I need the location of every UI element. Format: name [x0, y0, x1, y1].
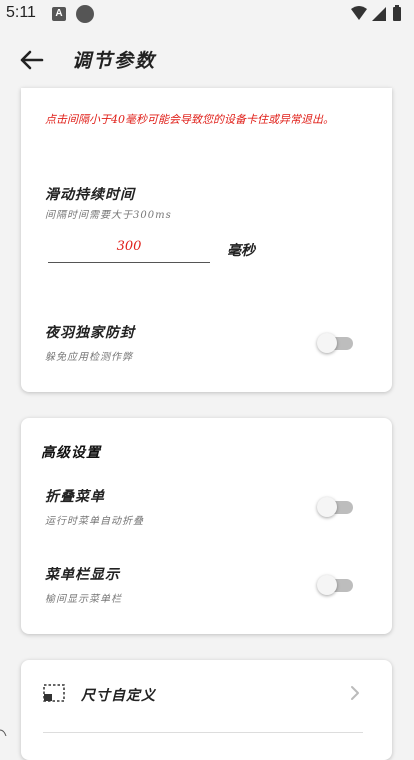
fold-menu-subtitle: 运行时菜单自动折叠	[45, 516, 144, 527]
status-icons	[350, 5, 406, 23]
fold-menu-switch[interactable]	[317, 496, 357, 518]
chevron-right-icon	[351, 686, 359, 700]
switch-thumb	[317, 497, 337, 517]
signal-icon	[372, 7, 386, 21]
wifi-icon	[351, 6, 367, 20]
menubar-switch[interactable]	[317, 574, 357, 596]
size-card: 尺寸自定义	[21, 660, 392, 760]
size-custom-row[interactable]: 尺寸自定义	[21, 660, 392, 730]
fold-menu-title: 折叠菜单	[45, 489, 105, 505]
battery-icon	[393, 5, 401, 21]
page-title: 调节参数	[72, 50, 157, 72]
switch-thumb	[317, 575, 337, 595]
anti-ban-switch[interactable]	[317, 332, 357, 354]
status-bar: 5:11 A	[0, 0, 414, 30]
back-button[interactable]	[16, 46, 48, 74]
advanced-card: 高级设置 折叠菜单 运行时菜单自动折叠 菜单栏显示 榆间显示菜单栏	[21, 418, 392, 634]
switch-thumb	[317, 333, 337, 353]
timing-card: 点击间隔小于40毫秒可能会导致您的设备卡住或异常退出。 滑动持续时间 间隔时间需…	[21, 88, 392, 392]
menubar-title: 菜单栏显示	[45, 567, 120, 583]
status-time: 5:11	[6, 4, 36, 21]
size-custom-label: 尺寸自定义	[81, 688, 156, 704]
warning-text: 点击间隔小于40毫秒可能会导致您的设备卡住或异常退出。	[45, 113, 334, 126]
resize-icon	[43, 684, 65, 702]
duration-title: 滑动持续时间	[45, 187, 135, 203]
anti-ban-title: 夜羽独家防封	[45, 325, 135, 341]
divider	[43, 732, 363, 733]
corner-mark-icon	[0, 729, 7, 736]
app-bar: 调节参数	[0, 30, 414, 90]
duration-subtitle: 间隔时间需要大于300ms	[45, 210, 172, 221]
notification-dot-icon	[76, 5, 94, 23]
duration-unit: 毫秒	[227, 243, 255, 259]
anti-ban-subtitle: 躲免应用检测作弊	[45, 352, 133, 363]
duration-input[interactable]	[48, 230, 210, 263]
notification-a-icon: A	[52, 7, 66, 21]
menubar-subtitle: 榆间显示菜单栏	[45, 594, 122, 605]
back-arrow-icon	[20, 50, 44, 70]
advanced-section-title: 高级设置	[41, 445, 101, 461]
